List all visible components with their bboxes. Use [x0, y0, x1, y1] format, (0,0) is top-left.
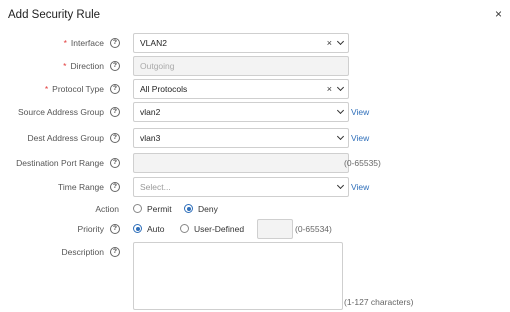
chevron-down-icon[interactable]: [336, 83, 345, 92]
dest-port-input: [133, 153, 349, 173]
help-icon[interactable]: ?: [110, 61, 120, 71]
priority-input: [257, 219, 293, 239]
description-textarea[interactable]: [133, 242, 343, 310]
help-icon[interactable]: ?: [110, 107, 120, 117]
help-icon[interactable]: ?: [110, 38, 120, 48]
time-range-label: Time Range: [58, 182, 104, 192]
time-range-select[interactable]: Select...: [133, 177, 349, 197]
priority-label: Priority: [77, 224, 104, 234]
direction-label: * Direction: [63, 61, 104, 71]
protocol-value: All Protocols: [140, 84, 188, 94]
protocol-select[interactable]: All Protocols ×: [133, 79, 349, 99]
dest-group-value: vlan3: [140, 133, 161, 143]
action-row: Action Permit Deny: [0, 199, 510, 219]
dest-port-label: Destination Port Range: [16, 158, 104, 168]
chevron-down-icon[interactable]: [336, 132, 345, 141]
required-mark: *: [63, 38, 67, 48]
help-icon[interactable]: ?: [110, 158, 120, 168]
radio-off-icon: [133, 204, 142, 214]
action-label: Action: [95, 204, 119, 214]
interface-row: * Interface ? VLAN2 ×: [0, 33, 510, 53]
required-mark: *: [44, 84, 49, 94]
dest-group-select[interactable]: vlan3: [133, 128, 349, 148]
action-permit-radio[interactable]: Permit: [133, 199, 172, 219]
dest-group-view-link[interactable]: View: [351, 128, 369, 148]
help-icon[interactable]: ?: [110, 133, 120, 143]
clear-icon[interactable]: ×: [327, 84, 332, 94]
source-group-label: Source Address Group: [18, 107, 104, 117]
radio-off-icon: [180, 224, 189, 234]
description-row: Description ? (1-127 characters): [0, 242, 510, 310]
help-icon[interactable]: ?: [110, 84, 120, 94]
source-group-view-link[interactable]: View: [351, 102, 369, 122]
dest-port-row: Destination Port Range ? (0-65535): [0, 153, 510, 173]
source-group-value: vlan2: [140, 107, 161, 117]
direction-value: Outgoing: [140, 61, 175, 71]
help-icon[interactable]: ?: [110, 182, 120, 192]
source-group-select[interactable]: vlan2: [133, 102, 349, 122]
dest-port-hint: (0-65535): [344, 158, 381, 168]
time-range-row: Time Range ? Select... View: [0, 177, 510, 197]
dialog-title: Add Security Rule: [8, 9, 101, 21]
chevron-down-icon[interactable]: [336, 37, 345, 46]
priority-hint: (0-65534): [295, 224, 332, 234]
source-group-row: Source Address Group ? vlan2 View: [0, 102, 510, 122]
priority-user-defined-radio[interactable]: User-Defined: [180, 219, 244, 239]
required-mark: *: [63, 61, 67, 71]
action-deny-radio[interactable]: Deny: [184, 199, 218, 219]
radio-on-icon: [133, 224, 142, 234]
help-icon[interactable]: ?: [110, 247, 120, 257]
interface-label: * Interface: [63, 38, 104, 48]
protocol-label: * Protocol Type: [44, 84, 104, 94]
direction-field: Outgoing: [133, 56, 349, 76]
chevron-down-icon[interactable]: [336, 181, 345, 190]
description-label: Description: [61, 247, 104, 257]
interface-select[interactable]: VLAN2 ×: [133, 33, 349, 53]
radio-on-icon: [184, 204, 193, 214]
time-range-view-link[interactable]: View: [351, 177, 369, 197]
dest-group-row: Dest Address Group ? vlan3 View: [0, 128, 510, 148]
close-icon[interactable]: ×: [495, 7, 502, 21]
help-icon[interactable]: ?: [110, 224, 120, 234]
direction-row: * Direction ? Outgoing: [0, 56, 510, 76]
clear-icon[interactable]: ×: [327, 38, 332, 48]
priority-row: Priority ? Auto User-Defined (0-65534): [0, 219, 510, 239]
chevron-down-icon[interactable]: [336, 106, 345, 115]
priority-auto-radio[interactable]: Auto: [133, 219, 165, 239]
dest-group-label: Dest Address Group: [27, 133, 104, 143]
description-hint: (1-127 characters): [344, 297, 414, 307]
protocol-row: * Protocol Type ? All Protocols ×: [0, 79, 510, 99]
time-range-placeholder: Select...: [140, 182, 171, 192]
interface-value: VLAN2: [140, 38, 167, 48]
